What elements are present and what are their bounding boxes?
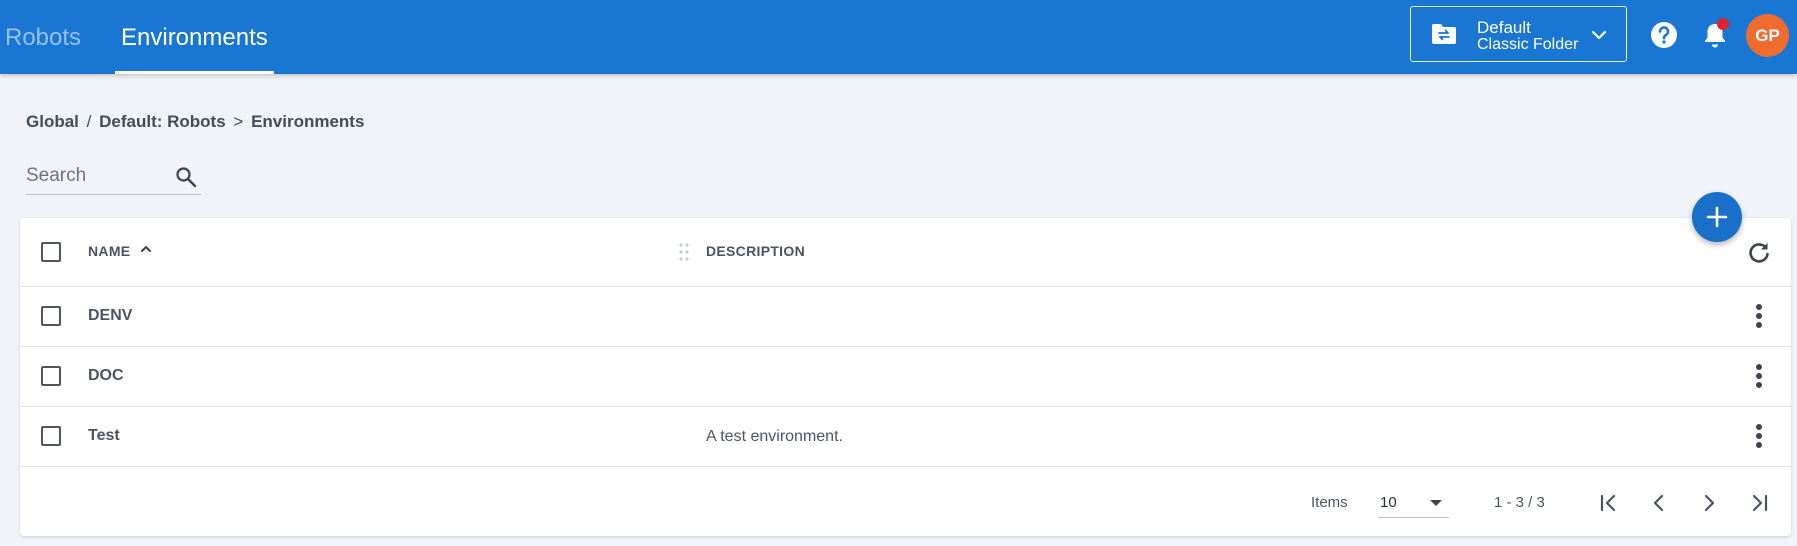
folder-name: Default — [1477, 18, 1531, 37]
breadcrumb-arrow: > — [233, 112, 244, 131]
table-row[interactable]: Test A test environment. — [20, 407, 1791, 467]
first-page-icon[interactable] — [1596, 490, 1622, 516]
chevron-down-icon — [1591, 30, 1607, 40]
row-more-icon[interactable] — [1750, 364, 1768, 392]
tab-environments[interactable]: Environments — [115, 0, 274, 74]
previous-page-icon[interactable] — [1646, 490, 1672, 516]
cell-name: Test — [88, 427, 120, 444]
notifications-button[interactable] — [1701, 18, 1729, 50]
search-box — [26, 160, 201, 195]
dropdown-caret-icon — [1430, 500, 1442, 506]
plus-icon — [1706, 206, 1728, 228]
cell-description: A test environment. — [706, 428, 843, 445]
last-page-icon[interactable] — [1746, 490, 1772, 516]
pagination-range: 1 - 3 / 3 — [1494, 494, 1545, 511]
table-row[interactable]: DENV — [20, 287, 1791, 347]
row-more-icon[interactable] — [1750, 424, 1768, 452]
breadcrumb-root[interactable]: Global — [26, 112, 79, 131]
environments-table: NAME DESCRIPTION DENV DOC Test A test en… — [20, 218, 1791, 536]
folder-type: Classic Folder — [1477, 36, 1579, 53]
refresh-icon[interactable] — [1746, 240, 1772, 266]
column-resize-handle-icon[interactable] — [678, 242, 690, 262]
cell-name: DENV — [88, 307, 133, 324]
active-tab-indicator — [115, 71, 274, 74]
tab-environments-label: Environments — [121, 24, 268, 51]
breadcrumb-current: Environments — [251, 112, 365, 131]
breadcrumb: Global / Default: Robots > Environments — [26, 112, 364, 132]
items-per-page-select[interactable]: 10 — [1378, 488, 1449, 518]
tab-robots[interactable]: Robots — [5, 0, 81, 74]
breadcrumb-separator: / — [86, 112, 92, 131]
help-icon[interactable] — [1649, 20, 1679, 50]
select-all-checkbox[interactable] — [41, 242, 61, 262]
user-avatar[interactable]: GP — [1746, 14, 1789, 57]
row-checkbox[interactable] — [41, 366, 61, 386]
cell-name: DOC — [88, 367, 124, 384]
items-per-page-label: Items — [1311, 494, 1348, 511]
notification-badge — [1717, 18, 1729, 30]
search-input[interactable] — [26, 162, 166, 190]
row-checkbox[interactable] — [41, 426, 61, 446]
add-environment-button[interactable] — [1692, 192, 1742, 242]
top-bar: Robots Environments Default Classic Fold… — [0, 0, 1797, 74]
breadcrumb-folder[interactable]: Default: Robots — [99, 112, 226, 131]
row-checkbox[interactable] — [41, 306, 61, 326]
folder-selector-button[interactable]: Default Classic Folder — [1410, 6, 1627, 62]
next-page-icon[interactable] — [1696, 490, 1722, 516]
search-icon[interactable] — [174, 165, 198, 189]
column-header-description[interactable]: DESCRIPTION — [706, 243, 805, 259]
items-per-page-value: 10 — [1380, 494, 1397, 511]
column-header-name[interactable]: NAME — [88, 243, 130, 259]
table-row[interactable]: DOC — [20, 347, 1791, 407]
folder-switch-icon — [1432, 24, 1456, 44]
sort-ascending-icon[interactable] — [138, 241, 154, 257]
table-header-row: NAME DESCRIPTION — [20, 218, 1791, 287]
row-more-icon[interactable] — [1750, 304, 1768, 332]
